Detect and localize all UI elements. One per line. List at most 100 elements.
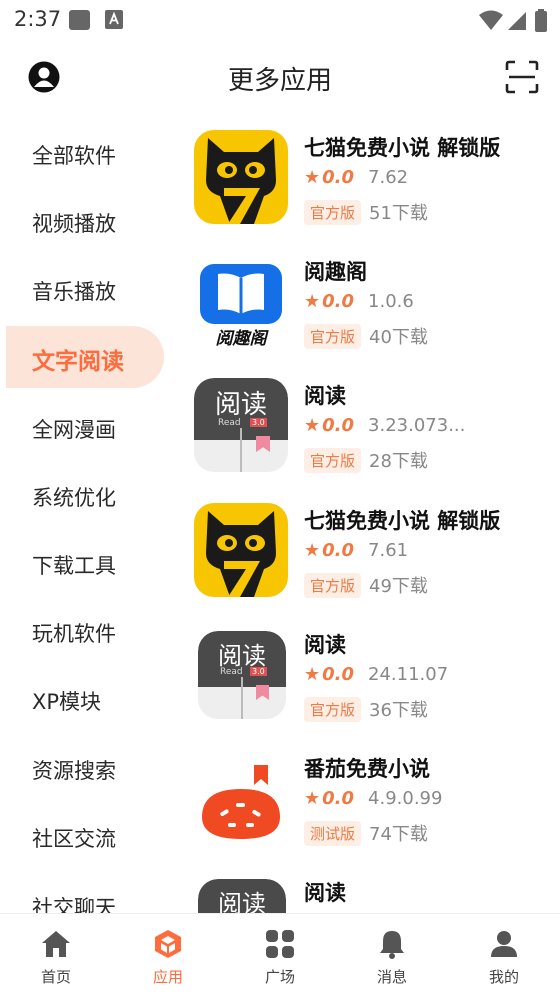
icon-subcaption: Read — [218, 418, 241, 428]
status-time: 2:37 — [14, 7, 62, 31]
nav-plaza[interactable]: 广场 — [224, 914, 336, 995]
download-count: 28下载 — [369, 451, 428, 472]
category-video[interactable]: 视频播放 — [6, 190, 164, 252]
list-item[interactable]: 番茄免费小说 ★ 0.0 4.9.0.99 测试版 74下载 — [180, 739, 560, 863]
list-item[interactable]: 阅读 Read 3.0 阅读 ★ 0.0 3.23.073... 官方版 28下载 — [180, 366, 560, 490]
release-tag: 官方版 — [304, 323, 362, 349]
app-list: 七猫免费小说 解锁版 ★ 0.0 7.62 官方版 51下载 阅趣阁 阅趣阁 ★ 0.0… — [180, 118, 560, 913]
download-count: 51下载 — [369, 203, 428, 224]
meta-row: 官方版 40下载 — [304, 323, 428, 349]
category-reading[interactable]: 文字阅读 — [6, 326, 164, 388]
star-icon: ★ — [304, 167, 321, 188]
download-count: 49下载 — [369, 576, 428, 597]
category-search[interactable]: 资源搜索 — [6, 737, 164, 799]
rating: 0.0 — [322, 167, 355, 188]
icon-caption: 阅趣阁 — [215, 329, 267, 348]
icon-version-badge: 3.0 — [250, 667, 267, 676]
category-all[interactable]: 全部软件 — [6, 122, 164, 184]
app-name: 阅读 — [304, 633, 346, 657]
yuedu-icon: 阅读 Read 3.0 — [198, 631, 286, 719]
keyboard-a-icon — [105, 10, 123, 29]
release-tag: 官方版 — [304, 199, 362, 225]
category-label: 音乐播放 — [32, 280, 116, 304]
category-label: 系统优化 — [32, 486, 116, 510]
list-item[interactable]: 七猫免费小说 解锁版 ★ 0.0 7.61 官方版 49下载 — [180, 491, 560, 615]
nav-label: 应用 — [152, 968, 183, 986]
app-name: 七猫免费小说 解锁版 — [304, 136, 501, 160]
qimao-icon — [194, 130, 288, 224]
rating: 0.0 — [322, 788, 355, 809]
wifi-icon — [479, 10, 503, 30]
battery-icon — [535, 9, 547, 32]
version: 7.62 — [368, 167, 409, 188]
scan-icon — [505, 60, 539, 94]
category-tinker[interactable]: 玩机软件 — [6, 600, 164, 662]
app-name: 阅趣阁 — [304, 260, 367, 284]
star-icon: ★ — [304, 415, 321, 436]
category-sidebar: 全部软件 视频播放 音乐播放 文字阅读 全网漫画 系统优化 下载工具 玩机软件 … — [0, 118, 175, 913]
category-label: 下载工具 — [32, 554, 116, 578]
icon-caption: 阅读 — [218, 890, 266, 913]
nav-home[interactable]: 首页 — [0, 914, 112, 995]
star-icon: ★ — [304, 788, 321, 809]
meta-row: 官方版 49下载 — [304, 572, 428, 598]
category-music[interactable]: 音乐播放 — [6, 258, 164, 320]
grid-icon — [266, 930, 294, 958]
release-tag: 官方版 — [304, 572, 362, 598]
list-item[interactable]: 阅读 阅读 — [180, 863, 560, 913]
nav-label: 我的 — [488, 968, 519, 986]
nav-label: 首页 — [40, 968, 71, 986]
nav-messages[interactable]: 消息 — [336, 914, 448, 995]
category-xp[interactable]: XP模块 — [6, 668, 164, 730]
person-icon — [491, 931, 517, 957]
bottom-nav: 首页 应用 广场 消息 我的 — [0, 913, 560, 995]
rating: 0.0 — [322, 540, 355, 561]
category-comics[interactable]: 全网漫画 — [6, 396, 164, 458]
category-label: 文字阅读 — [32, 349, 124, 375]
version: 7.61 — [368, 540, 409, 561]
rating-row: ★ 0.0 3.23.073... — [304, 415, 465, 439]
category-label: 资源搜索 — [32, 759, 116, 783]
nav-label: 广场 — [264, 968, 295, 986]
category-system[interactable]: 系统优化 — [6, 464, 164, 526]
download-count: 74下载 — [369, 824, 428, 845]
category-label: 玩机软件 — [32, 622, 116, 646]
list-item[interactable]: 阅读 Read 3.0 阅读 ★ 0.0 24.11.07 官方版 36下载 — [180, 615, 560, 739]
list-item[interactable]: 阅趣阁 阅趣阁 ★ 0.0 1.0.6 官方版 40下载 — [180, 242, 560, 366]
header: 更多应用 — [0, 52, 560, 104]
release-tag: 官方版 — [304, 447, 362, 473]
icon-subcaption: Read — [220, 667, 243, 677]
apps-cube-icon — [155, 930, 181, 958]
version: 1.0.6 — [368, 291, 414, 312]
icon-caption: 阅读 — [218, 642, 266, 670]
app-name: 七猫免费小说 解锁版 — [304, 509, 501, 533]
star-icon: ★ — [304, 664, 321, 685]
icon-caption: 阅读 — [214, 390, 267, 420]
meta-row: 官方版 51下载 — [304, 199, 428, 225]
category-label: 社区交流 — [32, 827, 116, 851]
rating-row: ★ 0.0 7.62 — [304, 167, 408, 191]
yuedu-icon: 阅读 — [198, 879, 286, 913]
yuequge-icon: 阅趣阁 — [194, 254, 288, 348]
qimao-icon — [194, 503, 288, 597]
rating-row: ★ 0.0 1.0.6 — [304, 291, 414, 315]
fanqie-icon — [194, 751, 288, 845]
scan-button[interactable] — [505, 60, 539, 94]
category-label: 全部软件 — [32, 144, 116, 168]
rating-row: ★ 0.0 24.11.07 — [304, 664, 448, 688]
category-community[interactable]: 社区交流 — [6, 805, 164, 867]
signal-icon — [508, 12, 526, 30]
rating-row: ★ 0.0 7.61 — [304, 540, 408, 564]
app-name: 阅读 — [304, 384, 346, 408]
nav-apps[interactable]: 应用 — [112, 914, 224, 995]
download-count: 40下载 — [369, 327, 428, 348]
page-title: 更多应用 — [227, 66, 332, 96]
category-social[interactable]: 社交聊天 — [6, 874, 164, 913]
meta-row: 测试版 74下载 — [304, 820, 428, 846]
rating-row: ★ 0.0 4.9.0.99 — [304, 788, 442, 812]
category-label: 视频播放 — [32, 212, 116, 236]
nav-profile[interactable]: 我的 — [448, 914, 560, 995]
star-icon: ★ — [304, 540, 321, 561]
list-item[interactable]: 七猫免费小说 解锁版 ★ 0.0 7.62 官方版 51下载 — [180, 118, 560, 242]
category-download[interactable]: 下载工具 — [6, 532, 164, 594]
